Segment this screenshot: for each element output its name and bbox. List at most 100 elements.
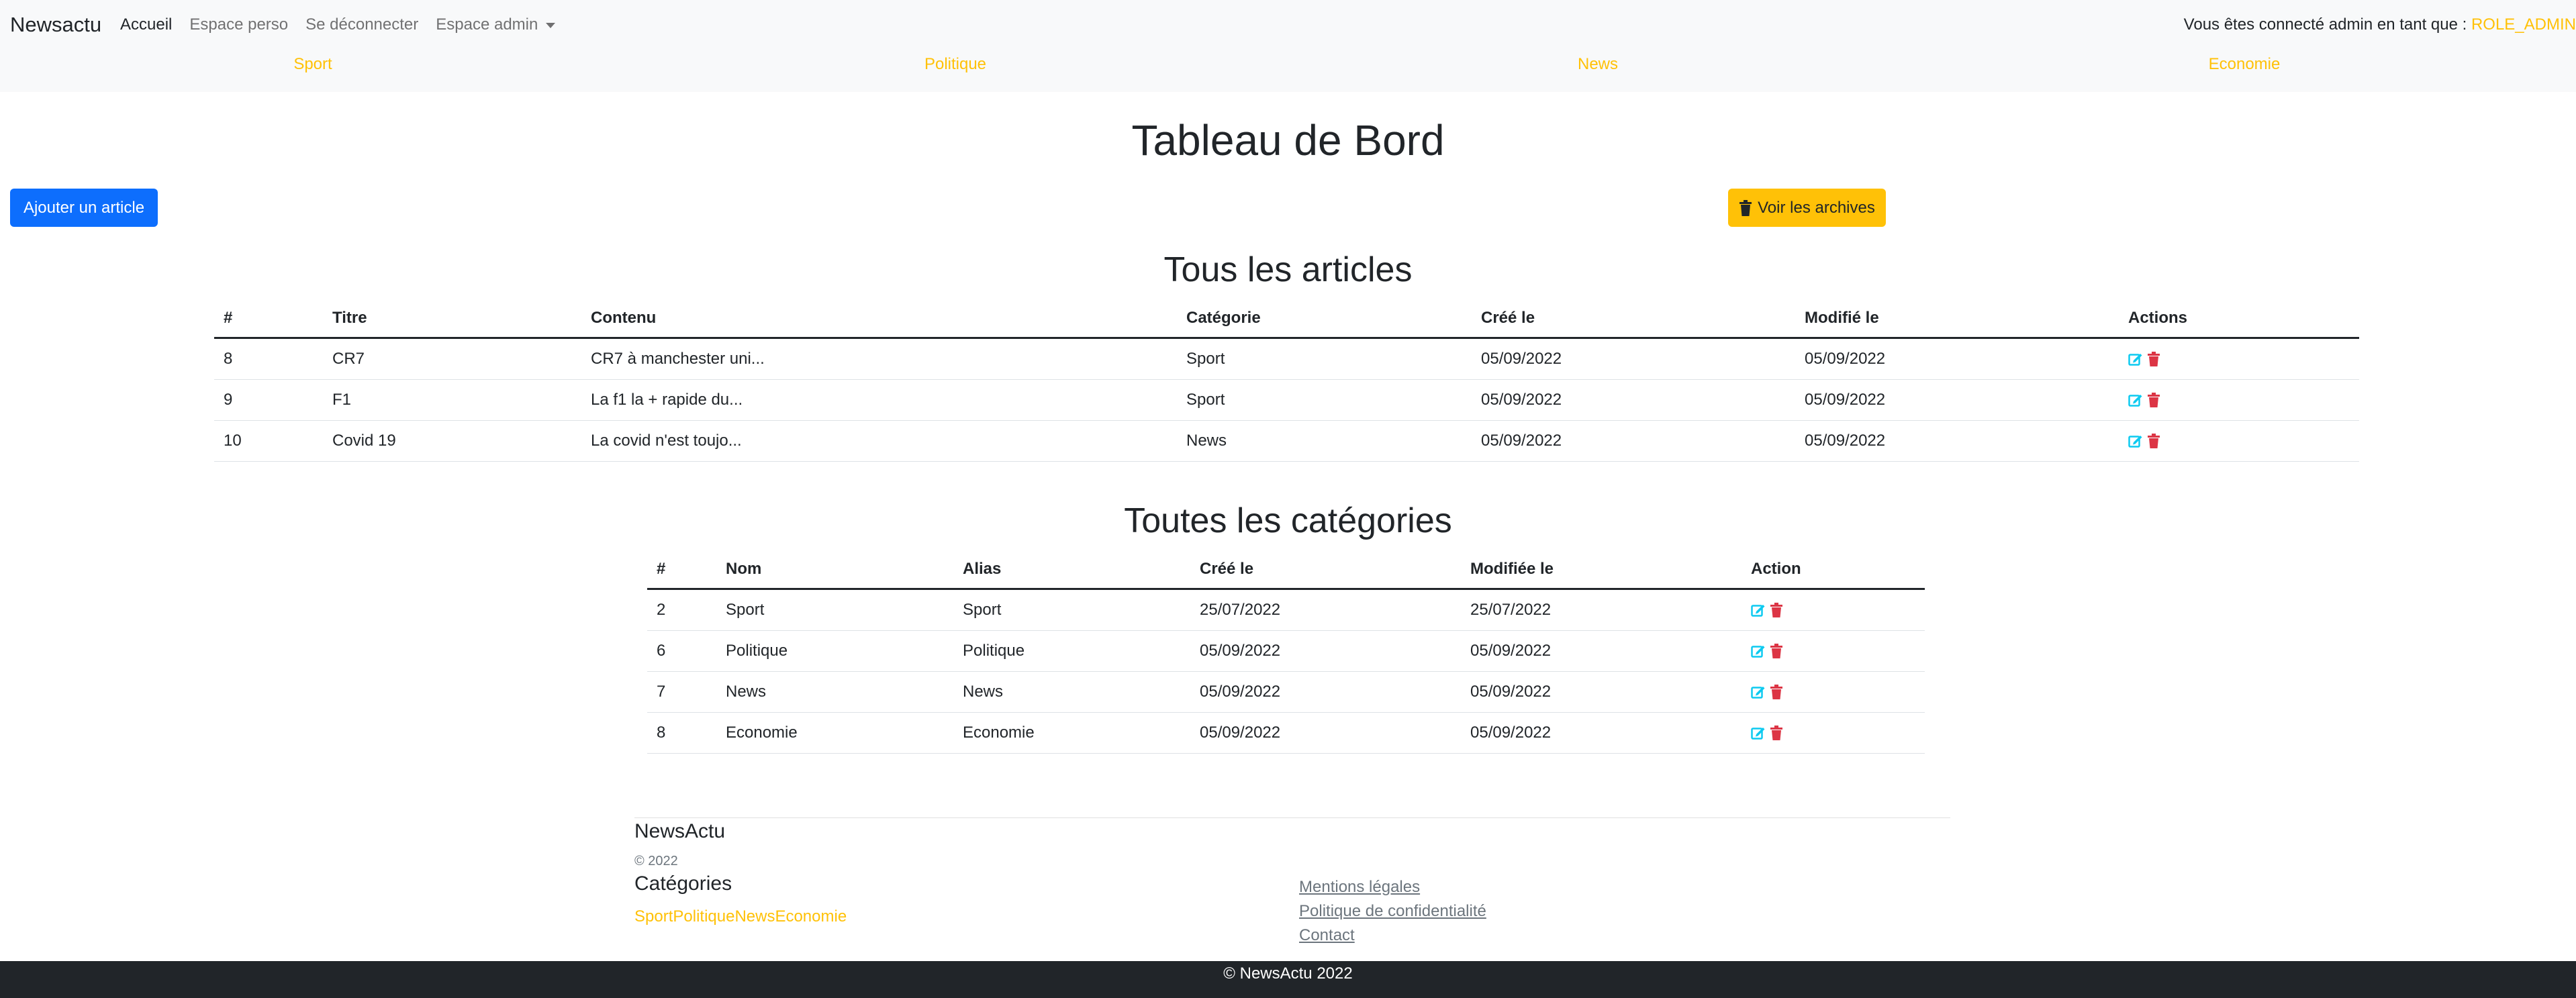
table-row: 8 Economie Economie 05/09/2022 05/09/2022 — [647, 712, 1925, 754]
categories-title: Toutes les catégories — [1124, 501, 1452, 540]
archives-button[interactable]: Voir les archives — [1728, 189, 1886, 227]
nav-espace-admin-label: Espace admin — [436, 15, 538, 34]
col-id: # — [214, 299, 323, 339]
table-header-row: # Nom Alias Créé le Modifiée le Action — [647, 550, 1925, 590]
trash-icon[interactable] — [2147, 352, 2160, 366]
table-cell: 05/09/2022 — [1795, 379, 2119, 421]
category-link-politique[interactable]: Politique — [924, 55, 986, 74]
edit-icon[interactable] — [1751, 685, 1766, 699]
nav-espace-admin[interactable]: Espace admin — [436, 15, 556, 34]
edit-icon[interactable] — [2128, 352, 2143, 366]
row-actions — [2128, 393, 2359, 407]
table-cell: Politique — [953, 630, 1190, 672]
nav-espace-perso[interactable]: Espace perso — [189, 15, 288, 34]
footer-link-confidentialite[interactable]: Politique de confidentialité — [1299, 899, 1486, 924]
table-cell: Politique — [716, 630, 953, 672]
table-cell: 6 — [647, 630, 716, 672]
col-cree: Créé le — [1190, 550, 1461, 590]
trash-icon[interactable] — [1770, 685, 1783, 699]
table-cell: Sport — [953, 589, 1190, 631]
table-cell: 9 — [214, 379, 323, 421]
table-cell: 05/09/2022 — [1472, 420, 1795, 462]
add-article-button[interactable]: Ajouter un article — [10, 189, 158, 227]
col-id: # — [647, 550, 716, 590]
footer-copyright: © 2022 — [634, 854, 678, 868]
archives-button-label: Voir les archives — [1758, 198, 1875, 217]
table-cell: 05/09/2022 — [1472, 379, 1795, 421]
articles-body: 8 CR7 CR7 à manchester uni... Sport 05/09/20… — [214, 338, 2359, 462]
footer-category-economie[interactable]: Economie — [775, 907, 847, 926]
footer-categories-title: Catégories — [634, 872, 732, 895]
connected-text: Vous êtes connecté admin en tant que : — [2183, 15, 2471, 34]
table-row: 9 F1 La f1 la + rapide du... Sport 05/09/202… — [214, 379, 2359, 421]
edit-icon[interactable] — [2128, 393, 2143, 407]
table-cell: 10 — [214, 420, 323, 462]
edit-icon[interactable] — [1751, 726, 1766, 740]
table-cell: 05/09/2022 — [1795, 338, 2119, 380]
trash-icon[interactable] — [2147, 393, 2160, 407]
table-cell: News — [1177, 420, 1472, 462]
categories-table: # Nom Alias Créé le Modifiée le Action 2… — [647, 550, 1925, 754]
col-titre: Titre — [323, 299, 581, 339]
edit-icon[interactable] — [1751, 603, 1766, 617]
row-actions — [1751, 726, 1925, 740]
table-cell: 25/07/2022 — [1461, 589, 1742, 631]
row-actions — [1751, 685, 1925, 699]
footer-link-mentions[interactable]: Mentions légales — [1299, 875, 1486, 899]
footer-links: Mentions légales Politique de confidenti… — [1299, 875, 1486, 948]
row-actions — [1751, 644, 1925, 658]
trash-icon[interactable] — [1770, 603, 1783, 617]
table-cell: Sport — [1177, 338, 1472, 380]
trash-icon[interactable] — [1770, 644, 1783, 658]
trash-icon[interactable] — [1770, 726, 1783, 740]
bottom-bar: © NewsActu 2022 — [0, 961, 2576, 998]
edit-icon[interactable] — [2128, 434, 2143, 448]
trash-icon[interactable] — [2147, 434, 2160, 448]
categories-body: 2 Sport Sport 25/07/2022 25/07/2022 6 Politiqu… — [647, 589, 1925, 754]
table-cell: Economie — [716, 712, 953, 754]
table-cell: 05/09/2022 — [1472, 338, 1795, 380]
table-cell: 05/09/2022 — [1461, 630, 1742, 672]
table-cell: 05/09/2022 — [1190, 712, 1461, 754]
table-cell: 05/09/2022 — [1190, 671, 1461, 713]
category-link-sport[interactable]: Sport — [293, 55, 332, 74]
footer-brand: NewsActu — [634, 820, 726, 842]
category-link-economie[interactable]: Economie — [2209, 55, 2281, 74]
footer-divider — [634, 817, 1950, 818]
table-cell: 8 — [214, 338, 323, 380]
table-cell: La f1 la + rapide du... — [581, 379, 1177, 421]
nav-logout[interactable]: Se déconnecter — [305, 15, 418, 34]
col-categorie: Catégorie — [1177, 299, 1472, 339]
footer-category-news[interactable]: News — [734, 907, 775, 926]
trash-icon — [1739, 199, 1752, 216]
col-contenu: Contenu — [581, 299, 1177, 339]
table-row: 7 News News 05/09/2022 05/09/2022 — [647, 671, 1925, 713]
table-cell: Sport — [716, 589, 953, 631]
col-action: Action — [1742, 550, 1925, 590]
table-cell: 2 — [647, 589, 716, 631]
table-cell: News — [953, 671, 1190, 713]
edit-icon[interactable] — [1751, 644, 1766, 658]
table-cell: Covid 19 — [323, 420, 581, 462]
nav-accueil[interactable]: Accueil — [120, 15, 172, 34]
nav-links: Accueil Espace perso Se déconnecter Espa… — [120, 15, 556, 34]
table-cell: 8 — [647, 712, 716, 754]
footer-category-sport[interactable]: Sport — [634, 907, 673, 926]
table-cell: Economie — [953, 712, 1190, 754]
articles-table: # Titre Contenu Catégorie Créé le Modifi… — [214, 299, 2359, 462]
table-cell: CR7 — [323, 338, 581, 380]
table-cell: La covid n'est toujo... — [581, 420, 1177, 462]
footer-link-contact[interactable]: Contact — [1299, 924, 1486, 948]
table-cell: Sport — [1177, 379, 1472, 421]
table-row: 2 Sport Sport 25/07/2022 25/07/2022 — [647, 589, 1925, 631]
col-cree: Créé le — [1472, 299, 1795, 339]
category-link-news[interactable]: News — [1578, 55, 1618, 74]
articles-title: Tous les articles — [1163, 250, 1413, 289]
connected-info: Vous êtes connecté admin en tant que : R… — [2184, 15, 2576, 34]
table-row: 10 Covid 19 La covid n'est toujo... News 05/… — [214, 420, 2359, 462]
table-header-row: # Titre Contenu Catégorie Créé le Modifi… — [214, 299, 2359, 339]
footer-category-politique[interactable]: Politique — [673, 907, 734, 926]
row-actions — [1751, 603, 1925, 617]
brand-link[interactable]: Newsactu — [10, 13, 101, 37]
role-badge: ROLE_ADMIN — [2471, 15, 2576, 34]
